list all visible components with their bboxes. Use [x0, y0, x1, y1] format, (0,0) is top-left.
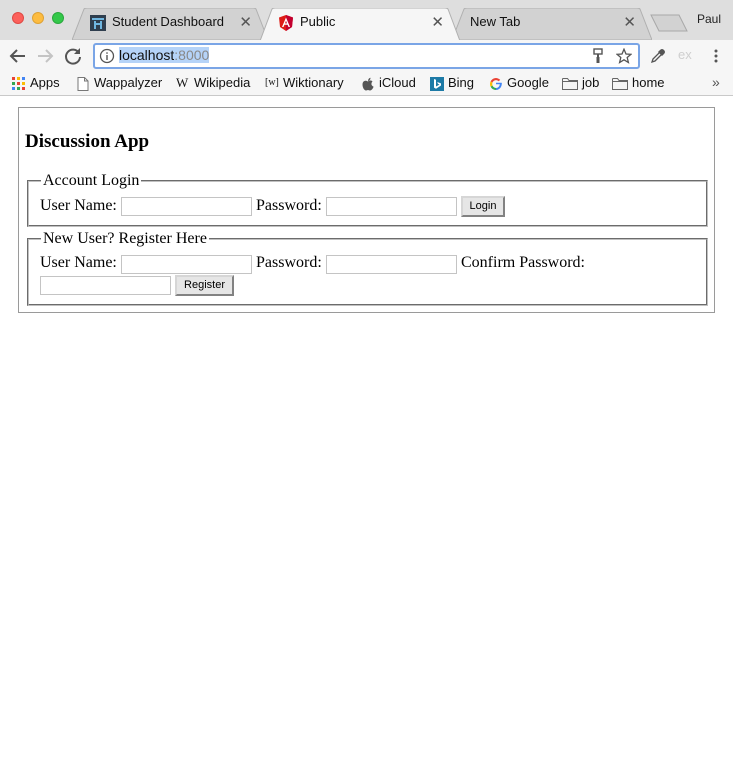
bing-icon [430, 77, 444, 91]
wikipedia-icon: W [176, 75, 189, 90]
bookmark-label: iCloud [379, 75, 416, 90]
register-confirm-input[interactable] [40, 276, 171, 295]
window-close-button[interactable] [12, 12, 24, 24]
profile-name[interactable]: Paul [697, 12, 721, 26]
login-username-input[interactable] [121, 197, 252, 216]
bookmark-star-icon[interactable] [616, 48, 632, 64]
register-password-input[interactable] [326, 255, 457, 274]
tab-close-icon[interactable]: ✕ [431, 13, 444, 31]
paint-roller-icon[interactable] [590, 48, 606, 64]
register-username-input[interactable] [121, 255, 252, 274]
tab-strip: Student Dashboard ✕ New Tab ✕ Public ✕ P… [0, 0, 733, 40]
extension-icon[interactable]: ex [678, 47, 692, 62]
url-port: :8000 [174, 47, 210, 63]
bookmark-label: Bing [448, 75, 475, 90]
tab-student-dashboard[interactable]: Student Dashboard ✕ [72, 8, 268, 40]
tab-close-icon[interactable]: ✕ [623, 13, 636, 31]
bookmark-label: Google [507, 75, 549, 90]
url-text[interactable]: localhost:8000 [119, 47, 210, 63]
forward-arrow-icon[interactable] [33, 44, 57, 68]
angular-favicon [279, 15, 293, 31]
apple-icon [362, 77, 374, 91]
register-button[interactable]: Register [175, 275, 234, 296]
browser-toolbar: localhost:8000 ex [0, 40, 733, 72]
register-password-label: Password: [256, 254, 322, 271]
bookmark-label: Wappalyzer [94, 75, 163, 90]
folder-icon [562, 78, 578, 90]
bookmark-label: Apps [30, 75, 60, 90]
app-title: Discussion App [25, 131, 150, 152]
page-icon [77, 77, 89, 91]
login-password-input[interactable] [326, 197, 457, 216]
tab-public[interactable]: Public ✕ [260, 8, 460, 40]
tab-title: Student Dashboard [112, 14, 225, 29]
register-legend: New User? Register Here [43, 230, 207, 247]
window-maximize-button[interactable] [52, 12, 64, 24]
eyedropper-icon[interactable] [650, 48, 666, 64]
info-icon[interactable] [99, 48, 115, 64]
apps-grid-icon [12, 77, 25, 90]
tab-title: Public [300, 14, 336, 29]
login-password-label: Password: [256, 197, 322, 214]
back-arrow-icon[interactable] [6, 44, 30, 68]
bookmarks-overflow-button[interactable]: » [712, 74, 720, 90]
window-minimize-button[interactable] [32, 12, 44, 24]
new-tab-button[interactable] [650, 14, 688, 32]
register-confirm-label: Confirm Password: [461, 254, 585, 271]
folder-icon [612, 78, 628, 90]
login-username-label: User Name: [40, 197, 117, 214]
student-dashboard-favicon [90, 15, 106, 31]
bookmarks-bar: Apps Wappalyzer W Wikipedia [w] Wiktiona… [0, 72, 733, 96]
tab-new-tab[interactable]: New Tab ✕ [452, 8, 652, 40]
account-login-legend: Account Login [43, 172, 140, 189]
bookmark-label: Wiktionary [283, 75, 344, 90]
kebab-menu-icon[interactable] [708, 48, 724, 64]
bookmark-label: job [582, 75, 600, 90]
register-username-label: User Name: [40, 254, 117, 271]
bookmark-label: home [632, 75, 665, 90]
address-bar[interactable]: localhost:8000 [93, 43, 640, 69]
google-icon [490, 78, 502, 90]
page-content: Discussion App Account Login User Name: … [0, 97, 733, 777]
bookmark-label: Wikipedia [194, 75, 251, 90]
url-host: localhost [119, 47, 175, 63]
discussion-app-container: Discussion App Account Login User Name: … [18, 107, 715, 313]
reload-icon[interactable] [61, 44, 85, 68]
wiktionary-icon: [w] [265, 77, 279, 88]
tab-title: New Tab [470, 14, 521, 29]
tab-close-icon[interactable]: ✕ [239, 13, 252, 31]
login-button[interactable]: Login [461, 196, 505, 217]
